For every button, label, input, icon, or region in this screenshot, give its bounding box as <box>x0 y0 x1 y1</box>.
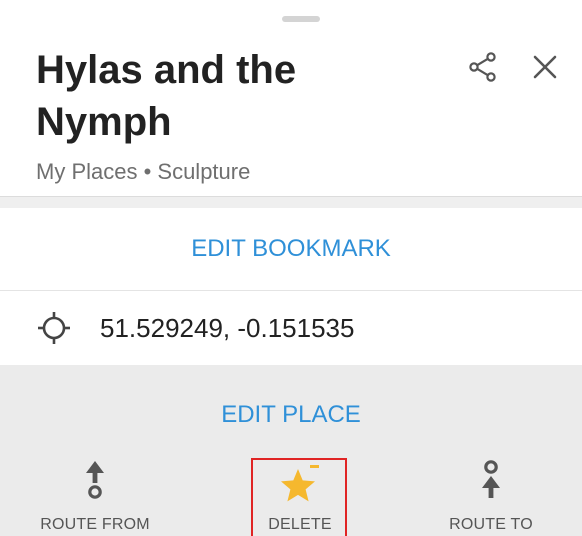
star-remove-icon <box>281 465 319 502</box>
delete-bookmark-button[interactable]: DELETE <box>252 453 348 536</box>
place-header: Hylas and the Nymph My Places • Sculptur… <box>0 0 582 196</box>
delete-label: DELETE <box>268 516 332 533</box>
coordinates-text: 51.529249, -0.151535 <box>100 313 355 343</box>
edit-bookmark-button[interactable]: EDIT BOOKMARK <box>0 208 582 290</box>
close-button[interactable] <box>530 52 560 82</box>
crosshair-icon <box>38 312 70 344</box>
route-to-icon <box>482 460 500 498</box>
action-bar: ROUTE FROM DELETE ROUTE TO <box>0 453 582 536</box>
place-page: Hylas and the Nymph My Places • Sculptur… <box>0 0 582 536</box>
close-icon <box>533 55 557 79</box>
coordinates-row[interactable]: 51.529249, -0.151535 <box>0 290 582 366</box>
route-from-button[interactable]: ROUTE FROM <box>20 453 170 536</box>
route-to-label: ROUTE TO <box>449 516 533 533</box>
edit-place-area: EDIT PLACE <box>0 365 582 453</box>
route-from-label: ROUTE FROM <box>40 516 150 533</box>
place-title: Hylas and the Nymph <box>36 48 297 144</box>
share-icon <box>469 52 496 82</box>
route-from-icon <box>86 461 104 499</box>
edit-place-button[interactable]: EDIT PLACE <box>0 365 582 465</box>
route-to-button[interactable]: ROUTE TO <box>416 453 566 536</box>
place-subtitle: My Places • Sculpture <box>36 159 251 184</box>
drag-handle[interactable] <box>282 16 320 22</box>
share-button[interactable] <box>466 50 500 84</box>
